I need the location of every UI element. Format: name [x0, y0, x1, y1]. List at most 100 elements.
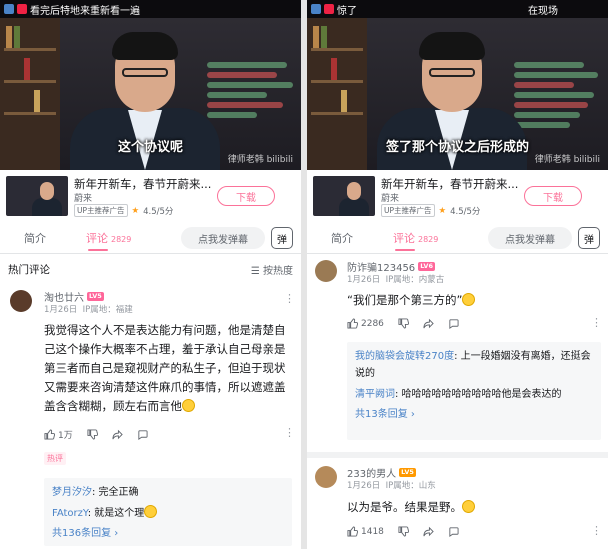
video-watermark: 律师老韩 bilibili	[534, 155, 600, 165]
app-icon	[17, 4, 27, 14]
more-icon[interactable]: ⋮	[284, 292, 295, 305]
more-icon[interactable]: ⋮	[591, 316, 602, 329]
star-icon: ★	[438, 205, 447, 216]
star-icon: ★	[131, 205, 140, 216]
like-button[interactable]: 1万	[44, 428, 73, 441]
tab-intro[interactable]: 简介	[24, 230, 46, 246]
right-screenshot-panel: 惊了 在现场 签了那个协议之后形成的 律师老韩 bilibili 新年开新车，春…	[307, 0, 608, 549]
share-button[interactable]	[423, 526, 434, 537]
ad-meta: UP主推荐广告 ★ 4.5/5分	[381, 204, 480, 217]
comment-meta: 1月26日 IP属地：山东	[347, 481, 436, 491]
comment-actions: 2286	[347, 318, 459, 329]
sort-icon: ☰	[250, 266, 263, 277]
hot-comment-badge: 热评	[44, 452, 66, 465]
reply-preview[interactable]: 我的脑袋会旋转270度: 上一段婚姻没有离婚，还挺会说的 清平阙词: 哈哈哈哈哈…	[347, 342, 601, 440]
reply-text: : 完全正确	[92, 487, 139, 498]
danmu-bar: 惊了	[307, 0, 608, 18]
emoji-icon	[462, 500, 475, 513]
left-screenshot-panel: 看完后特地来重新看一遍 这个协议呢 律师老韩 bilibili 新年开新车，春节…	[0, 0, 301, 549]
danmu-text: 在现场	[528, 6, 558, 17]
like-count: 1万	[58, 431, 73, 441]
comment-bubble-icon	[138, 430, 148, 440]
comment-username[interactable]: 防诈骗123456 LV6	[347, 259, 435, 274]
ad-rating: 4.5/5分	[143, 206, 174, 217]
comment-text: “我们是那个第三方的”	[347, 291, 597, 310]
hot-comments-title: 热门评论	[8, 264, 50, 276]
reply-button[interactable]	[137, 429, 148, 440]
dislike-button[interactable]	[87, 429, 98, 440]
video-player[interactable]: 惊了 在现场 签了那个协议之后形成的 律师老韩 bilibili	[307, 0, 608, 170]
username-text: 防诈骗123456	[347, 263, 416, 274]
reply-username[interactable]: 清平阙词	[355, 389, 395, 400]
thumbs-up-icon	[347, 526, 358, 537]
ad-author: 蔚来	[381, 194, 400, 204]
app-icon	[324, 4, 334, 14]
ad-card[interactable]: 新年开新车，春节开蔚来... 蔚来 UP主推荐广告 ★ 4.5/5分 下载	[0, 170, 301, 222]
tab-bar: 简介 评论 2829 点我发弹幕 弹	[307, 222, 608, 254]
share-icon	[423, 526, 434, 537]
view-all-replies-link[interactable]: 共136条回复 ›	[52, 525, 284, 542]
view-all-replies-link[interactable]: 共13条回复 ›	[355, 406, 593, 423]
thumbs-down-icon	[398, 318, 409, 329]
ad-tag: UP主推荐广告	[74, 204, 128, 217]
reply-item: 梦月汐汐: 完全正确	[52, 484, 284, 501]
more-icon[interactable]: ⋮	[591, 524, 602, 537]
more-icon[interactable]: ⋮	[284, 426, 295, 439]
thumbs-down-icon	[398, 526, 409, 537]
avatar[interactable]	[10, 290, 32, 312]
ad-card[interactable]: 新年开新车，春节开蔚来... 蔚来 UP主推荐广告 ★ 4.5/5分 下载	[307, 170, 608, 222]
thumbs-down-icon	[87, 429, 98, 440]
danmu-input[interactable]: 点我发弹幕	[488, 227, 572, 249]
like-button[interactable]: 2286	[347, 318, 384, 329]
share-icon	[423, 318, 434, 329]
comment-username[interactable]: 淘也廿六 LV5	[44, 289, 104, 304]
reply-text: : 就是这个理	[87, 508, 145, 519]
avatar[interactable]	[315, 260, 337, 282]
like-count: 2286	[361, 318, 384, 329]
live-chat-overlay	[514, 62, 602, 132]
ad-author: 蔚来	[74, 194, 93, 204]
emoji-icon	[462, 293, 476, 306]
active-tab-indicator	[88, 249, 108, 251]
share-icon	[112, 429, 123, 440]
reply-text: : 哈哈哈哈哈哈哈哈哈哈他是会表达的	[395, 389, 562, 400]
ad-rating: 4.5/5分	[450, 206, 481, 217]
reply-button[interactable]	[448, 318, 459, 329]
ad-tag: UP主推荐广告	[381, 204, 435, 217]
avatar[interactable]	[315, 466, 337, 488]
comment-bubble-icon	[449, 319, 459, 329]
share-button[interactable]	[423, 318, 434, 329]
comment-count: 2829	[418, 235, 439, 244]
reply-item: 我的脑袋会旋转270度: 上一段婚姻没有离婚，还挺会说的	[355, 348, 593, 382]
danmu-toggle-button[interactable]: 弹	[578, 227, 600, 249]
level-badge: LV5	[87, 292, 104, 301]
dislike-button[interactable]	[398, 526, 409, 537]
sort-button[interactable]: ☰ 按热度	[251, 262, 293, 277]
reply-username[interactable]: 我的脑袋会旋转270度	[355, 351, 454, 362]
tab-comments[interactable]: 评论 2829	[393, 230, 438, 246]
video-player[interactable]: 看完后特地来重新看一遍 这个协议呢 律师老韩 bilibili	[0, 0, 301, 170]
danmu-toggle-button[interactable]: 弹	[271, 227, 293, 249]
reply-username[interactable]: 梦月汐汐	[52, 487, 92, 498]
danmu-input[interactable]: 点我发弹幕	[181, 227, 265, 249]
active-tab-indicator	[395, 249, 415, 251]
thumbs-up-icon	[44, 429, 55, 440]
tab-intro[interactable]: 简介	[331, 230, 353, 246]
reply-button[interactable]	[448, 526, 459, 537]
share-button[interactable]	[112, 429, 123, 440]
reply-preview[interactable]: 梦月汐汐: 完全正确 FAtorzY: 就是这个理 共136条回复 ›	[44, 478, 292, 546]
ad-title: 新年开新车，春节开蔚来...	[74, 177, 212, 191]
reply-username[interactable]: FAtorzY	[52, 508, 88, 519]
download-button[interactable]: 下载	[524, 186, 582, 206]
download-button[interactable]: 下载	[217, 186, 275, 206]
tab-comments[interactable]: 评论 2829	[86, 230, 131, 246]
tab-comments-label: 评论	[86, 232, 108, 245]
reply-item: FAtorzY: 就是这个理	[52, 505, 284, 522]
like-button[interactable]: 1418	[347, 526, 384, 537]
danmu-bar: 看完后特地来重新看一遍	[0, 0, 301, 18]
level-badge: LV6	[418, 262, 435, 271]
ad-meta: UP主推荐广告 ★ 4.5/5分	[74, 204, 173, 217]
comment-username[interactable]: 233的男人 LV5	[347, 465, 416, 480]
dislike-button[interactable]	[398, 318, 409, 329]
comment-meta: 1月26日 IP属地：福建	[44, 305, 133, 315]
